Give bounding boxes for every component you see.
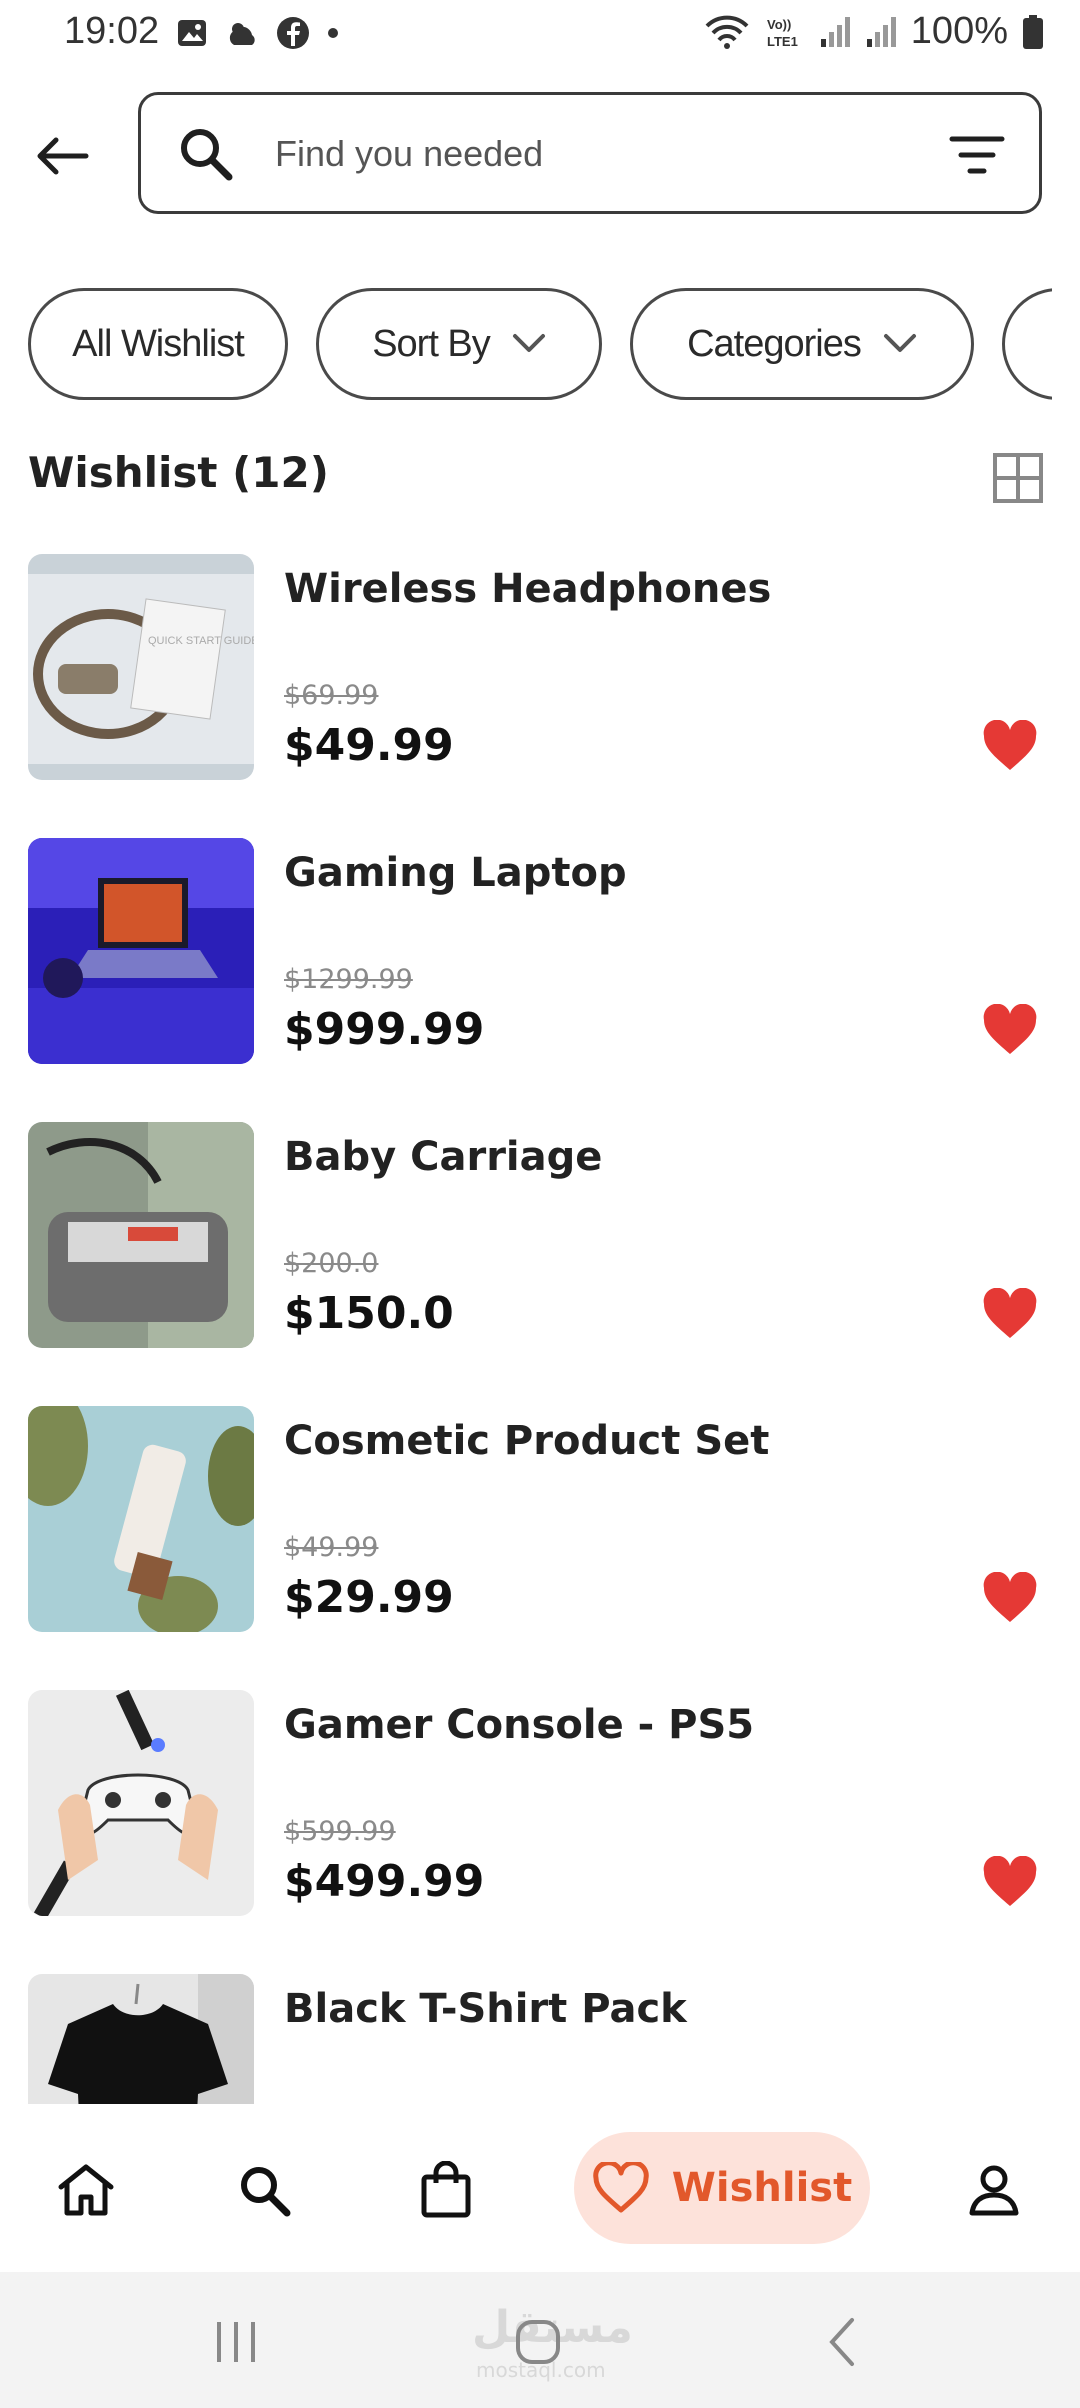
chevron-down-icon [512,334,545,352]
list-item[interactable]: Gamer Console - PS5 $599.99 $499.99 [0,1688,1080,1918]
home-button[interactable] [498,2312,578,2372]
search-box[interactable] [138,92,1042,214]
weather-icon [229,23,255,45]
home-pill-icon [516,2320,560,2364]
product-price: $150.0 [284,1288,454,1339]
search-icon [181,129,233,181]
bottom-navigation: Wishlist [0,2104,1080,2272]
notification-icons [176,16,340,50]
product-price: $999.99 [284,1004,485,1055]
chip-all-wishlist[interactable]: All Wishlist [28,288,288,400]
product-name: Baby Carriage [284,1134,603,1180]
list-item[interactable]: Cosmetic Product Set $49.99 $29.99 [0,1404,1080,1634]
favorite-heart-icon[interactable] [982,1288,1038,1340]
chip-label: P [1050,323,1052,366]
product-old-price: $1299.99 [284,964,413,995]
product-name: Gamer Console - PS5 [284,1702,755,1748]
product-price: $499.99 [284,1856,485,1907]
arrow-left-icon [37,137,89,175]
nav-home[interactable] [54,2158,118,2222]
svg-text:LTE1: LTE1 [767,34,798,49]
favorite-heart-icon[interactable] [982,1004,1038,1056]
product-name: Wireless Headphones [284,566,772,612]
wifi-icon [705,15,749,49]
product-old-price: $69.99 [284,680,379,711]
product-old-price: $49.99 [284,1532,379,1563]
signal-icon [820,16,850,47]
status-time: 19:02 [64,10,160,52]
chip-label: Sort By [372,322,491,365]
favorite-heart-icon[interactable] [982,1572,1038,1624]
list-item[interactable]: Black T-Shirt Pack [0,1972,1080,2104]
nav-wishlist-label: Wishlist [671,2165,853,2211]
search-icon [241,2167,291,2217]
svg-text:QUICK START GUIDE: QUICK START GUIDE [148,635,254,647]
product-image-cosmetic[interactable] [28,1406,254,1632]
lte-icon: Vo)) LTE1 [767,17,798,49]
favorite-heart-icon[interactable] [982,1856,1038,1908]
heart-outline-icon [593,2162,649,2213]
product-price: $49.99 [284,720,454,771]
svg-text:Vo)): Vo)) [767,17,791,32]
facebook-icon [277,17,309,49]
nav-profile[interactable] [962,2158,1026,2222]
nav-search[interactable] [232,2158,296,2222]
product-name: Black T-Shirt Pack [284,1986,687,2032]
product-image-tshirt[interactable] [28,1974,254,2104]
system-navigation-bar: مستقل mostaql.com [0,2272,1080,2408]
grid-view-icon[interactable] [992,452,1044,504]
favorite-heart-icon[interactable] [982,720,1038,772]
product-image-ps5[interactable] [28,1690,254,1916]
bag-icon [421,2161,471,2218]
gallery-icon [178,20,206,46]
wishlist-title: Wishlist (12) [28,448,329,497]
product-price: $29.99 [284,1572,454,1623]
signal-2-icon [866,16,896,47]
system-status: Vo)) LTE1 100% [703,10,1044,53]
battery-icon [1023,14,1043,49]
filter-icon[interactable] [949,135,1005,175]
chip-sort-by[interactable]: Sort By [316,288,602,400]
chip-partial[interactable]: P [1002,288,1052,400]
product-old-price: $599.99 [284,1816,396,1847]
chip-label: Categories [687,322,862,365]
filter-chips: All Wishlist Sort By Categories P [28,288,1052,402]
more-notifications-icon [328,28,338,38]
list-item[interactable]: Baby Carriage $200.0 $150.0 [0,1120,1080,1350]
wishlist-list: QUICK START GUIDE Wireless Headphones $6… [0,552,1080,2104]
chip-label: All Wishlist [72,322,245,365]
battery-level: 100% [910,10,1008,52]
product-image-baby-carriage[interactable] [28,1122,254,1348]
nav-bag[interactable] [414,2158,478,2222]
product-name: Cosmetic Product Set [284,1418,770,1464]
search-input[interactable] [273,95,877,213]
home-icon [58,2164,114,2216]
back-button[interactable] [30,120,94,192]
list-item[interactable]: Gaming Laptop $1299.99 $999.99 [0,836,1080,1066]
profile-icon [969,2165,1019,2216]
nav-wishlist-active[interactable]: Wishlist [574,2132,870,2244]
chevron-left-icon [829,2318,854,2366]
status-bar: 19:02 Vo)) LTE1 100% [0,0,1080,72]
back-nav-button[interactable] [802,2312,882,2372]
product-image-laptop[interactable] [28,838,254,1064]
list-item[interactable]: QUICK START GUIDE Wireless Headphones $6… [0,552,1080,782]
chevron-down-icon [883,334,916,352]
product-old-price: $200.0 [284,1248,379,1279]
product-image-headphones[interactable]: QUICK START GUIDE [28,554,254,780]
recents-button[interactable] [196,2312,276,2372]
recents-icon [217,2322,255,2362]
chip-categories[interactable]: Categories [630,288,974,400]
product-name: Gaming Laptop [284,850,627,896]
